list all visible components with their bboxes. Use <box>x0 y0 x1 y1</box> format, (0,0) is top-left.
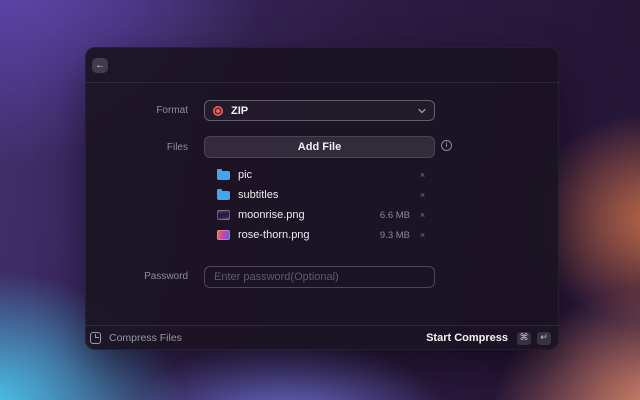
add-file-button[interactable]: Add File <box>204 136 435 158</box>
window-header: ← <box>85 47 559 83</box>
file-row-moonrise[interactable]: moonrise.png 6.6 MB × <box>217 205 427 225</box>
remove-file-icon[interactable]: × <box>418 190 427 200</box>
compress-files-window: ← Format ZIP Files Add File i pic × subt… <box>85 47 559 350</box>
enter-key-icon: ↵ <box>537 332 551 345</box>
file-row-subtitles[interactable]: subtitles × <box>217 185 427 205</box>
files-label: Files <box>85 142 188 153</box>
folder-icon <box>217 191 230 200</box>
format-dropdown[interactable]: ZIP <box>204 100 435 121</box>
start-compress-button[interactable]: Start Compress <box>426 332 508 344</box>
back-button[interactable]: ← <box>92 58 108 73</box>
format-selected-value: ZIP <box>231 105 248 117</box>
desktop-background: { "header": { "back_icon": "←" }, "form"… <box>0 0 640 400</box>
file-name: pic <box>238 169 252 181</box>
chevron-down-icon <box>418 108 426 114</box>
info-icon[interactable]: i <box>441 140 452 151</box>
remove-file-icon[interactable]: × <box>418 210 427 220</box>
add-file-button-label: Add File <box>298 141 341 153</box>
file-row-rose-thorn[interactable]: rose-thorn.png 9.3 MB × <box>217 225 427 245</box>
file-row-pic[interactable]: pic × <box>217 165 427 185</box>
cmd-key-icon: ⌘ <box>517 332 531 345</box>
image-thumbnail-icon <box>217 210 230 220</box>
format-label: Format <box>85 105 188 116</box>
back-arrow-icon: ← <box>95 61 105 71</box>
folder-icon <box>217 171 230 180</box>
file-list: pic × subtitles × moonrise.png 6.6 MB × … <box>217 165 427 245</box>
password-label: Password <box>85 271 188 282</box>
file-name: moonrise.png <box>238 209 305 221</box>
compress-extension-icon <box>90 332 101 344</box>
zip-format-icon <box>213 106 223 116</box>
file-name: subtitles <box>238 189 278 201</box>
file-size: 6.6 MB <box>380 210 410 221</box>
footer-app-name: Compress Files <box>109 332 182 344</box>
file-name: rose-thorn.png <box>238 229 310 241</box>
footer-actions: Start Compress ⌘ ↵ <box>426 332 551 345</box>
remove-file-icon[interactable]: × <box>418 170 427 180</box>
password-input[interactable] <box>204 266 435 288</box>
remove-file-icon[interactable]: × <box>418 230 427 240</box>
file-size: 9.3 MB <box>380 230 410 241</box>
image-thumbnail-icon <box>217 230 230 240</box>
footer-bar: Compress Files Start Compress ⌘ ↵ <box>85 325 559 350</box>
